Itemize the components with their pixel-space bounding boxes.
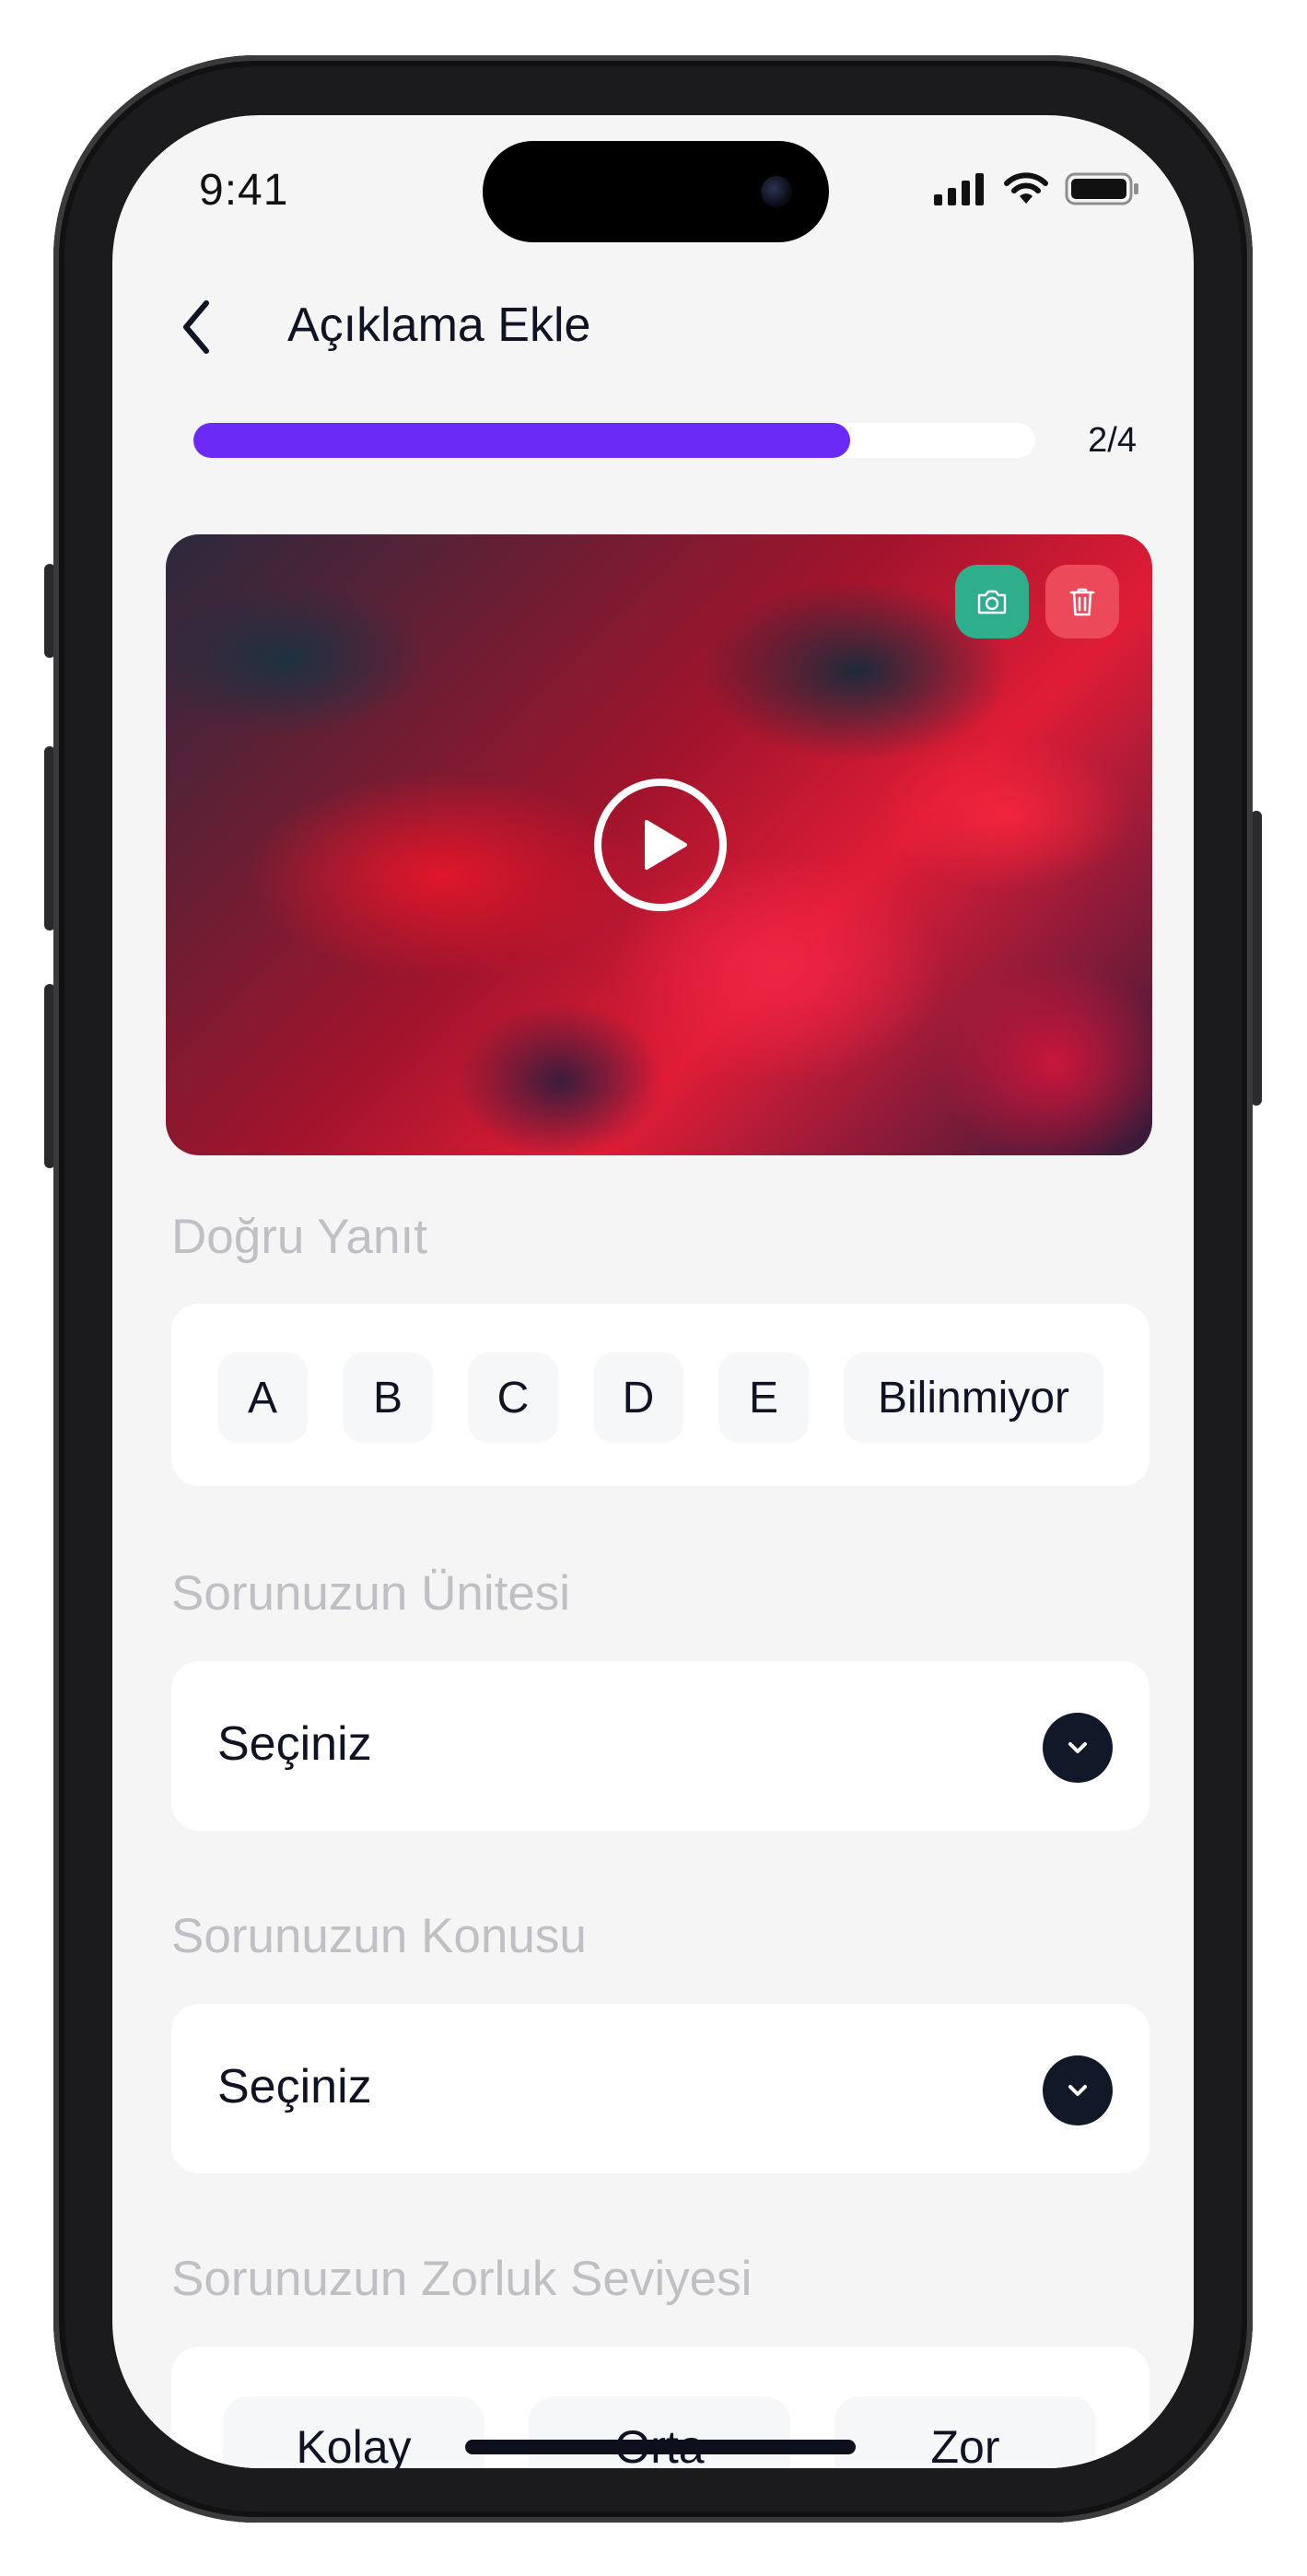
chevron-down-icon bbox=[1043, 1713, 1113, 1783]
app-screen: 9:41 Açıklama Ekle 2/4 Doğru Yanıt A B C… bbox=[112, 115, 1194, 2468]
difficulty-section-label: Sorunuzun Zorluk Seviyesi bbox=[171, 2252, 753, 2306]
answer-options-card: A B C D E Bilinmiyor bbox=[171, 1304, 1149, 1486]
dynamic-island bbox=[483, 141, 829, 242]
answer-option-unknown[interactable]: Bilinmiyor bbox=[844, 1352, 1103, 1443]
trash-icon bbox=[1069, 588, 1095, 616]
progress-fill bbox=[193, 423, 850, 458]
answer-option-b[interactable]: B bbox=[343, 1352, 433, 1443]
topic-section-label: Sorunuzun Konusu bbox=[171, 1909, 587, 1963]
unit-section-label: Sorunuzun Ünitesi bbox=[171, 1566, 571, 1621]
status-time: 9:41 bbox=[199, 166, 289, 215]
topic-select[interactable]: Seçiniz bbox=[171, 2004, 1149, 2173]
battery-icon bbox=[1065, 172, 1138, 205]
camera-icon bbox=[977, 590, 1007, 615]
delete-button[interactable] bbox=[1045, 565, 1119, 638]
unit-select[interactable]: Seçiniz bbox=[171, 1661, 1149, 1831]
back-button[interactable] bbox=[169, 290, 225, 364]
progress-bar bbox=[193, 423, 1035, 458]
video-preview[interactable] bbox=[166, 534, 1152, 1155]
page-title: Açıklama Ekle bbox=[287, 299, 591, 352]
play-circle-icon bbox=[594, 779, 727, 911]
retake-button[interactable] bbox=[955, 565, 1029, 638]
home-indicator bbox=[465, 2440, 856, 2454]
answer-option-c[interactable]: C bbox=[468, 1352, 558, 1443]
wifi-icon bbox=[1004, 172, 1048, 204]
chevron-down-icon bbox=[1043, 2055, 1113, 2125]
play-button[interactable] bbox=[591, 776, 729, 914]
topic-select-value: Seçiniz bbox=[217, 2060, 372, 2113]
progress-step-label: 2/4 bbox=[1088, 421, 1137, 460]
unit-select-value: Seçiniz bbox=[217, 1717, 372, 1771]
status-icons bbox=[932, 170, 1140, 207]
answer-option-e[interactable]: E bbox=[718, 1352, 809, 1443]
signal-icon bbox=[934, 173, 984, 205]
difficulty-option-easy[interactable]: Kolay bbox=[223, 2396, 484, 2468]
answer-option-a[interactable]: A bbox=[217, 1352, 308, 1443]
difficulty-option-medium[interactable]: Orta bbox=[529, 2396, 790, 2468]
chevron-left-icon bbox=[183, 300, 209, 354]
difficulty-option-hard[interactable]: Zor bbox=[834, 2396, 1096, 2468]
answer-section-label: Doğru Yanıt bbox=[171, 1210, 427, 1264]
answer-option-d[interactable]: D bbox=[593, 1352, 683, 1443]
